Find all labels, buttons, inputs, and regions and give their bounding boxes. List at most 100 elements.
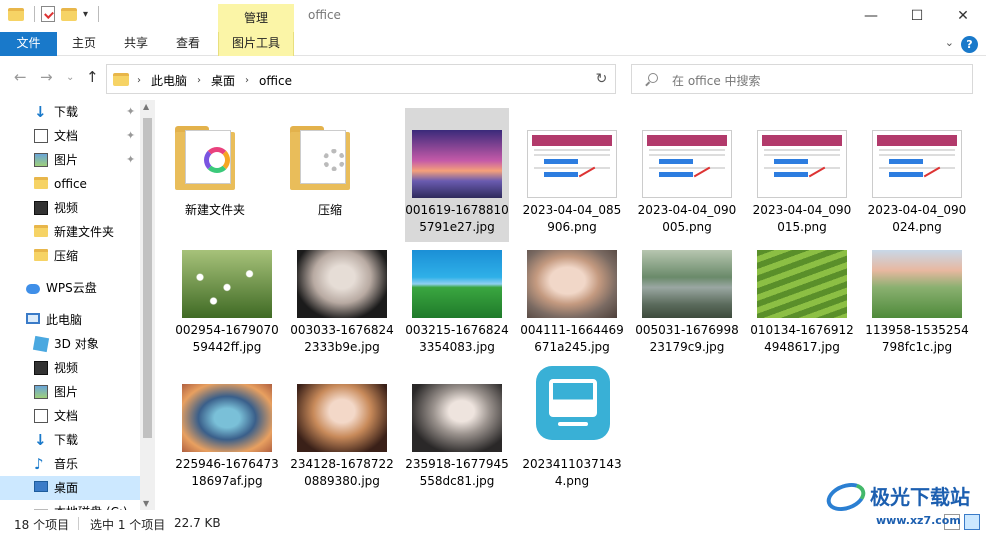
- nav-item-desktop[interactable]: 桌面: [0, 476, 140, 500]
- scroll-thumb[interactable]: [143, 118, 152, 438]
- file-name: 002954-167907059442ff.jpg: [175, 323, 279, 354]
- chevron-right-icon[interactable]: ›: [197, 75, 201, 86]
- refresh-button[interactable]: ↻: [588, 64, 616, 94]
- nav-item-new-folder[interactable]: 新建文件夹: [0, 220, 140, 244]
- pin-icon[interactable]: ✦: [126, 100, 135, 124]
- nav-item-wps-cloud[interactable]: WPS云盘: [0, 276, 140, 300]
- file-name: 235918-1677945558dc81.jpg: [405, 457, 509, 488]
- file-item[interactable]: 压缩: [278, 108, 382, 242]
- help-icon[interactable]: ?: [961, 36, 978, 53]
- file-name: 003215-16768243354083.jpg: [405, 323, 509, 354]
- file-item[interactable]: 005031-167699823179c9.jpg: [635, 228, 739, 362]
- customize-toolbar-icon[interactable]: ▾: [83, 9, 88, 20]
- nav-item-office[interactable]: office: [0, 172, 140, 196]
- minimize-button[interactable]: —: [848, 0, 894, 32]
- file-item[interactable]: 2023-04-04_090024.png: [865, 108, 969, 242]
- address-bar[interactable]: › 此电脑 › 桌面 › office ⌄: [106, 64, 676, 94]
- file-item[interactable]: 新建文件夹: [163, 108, 267, 242]
- nav-scrollbar[interactable]: ▲ ▼: [140, 100, 155, 510]
- up-icon[interactable]: ↑: [86, 68, 99, 86]
- image-thumbnail: [412, 384, 502, 452]
- divider: [98, 6, 100, 22]
- file-name: 234128-16787220889380.jpg: [290, 457, 394, 488]
- folder-icon: [290, 126, 370, 192]
- search-icon: [648, 73, 658, 83]
- nav-item-music[interactable]: ♪ 音乐: [0, 452, 140, 476]
- file-item[interactable]: 2023-04-04_090015.png: [750, 108, 854, 242]
- file-item[interactable]: 234128-16787220889380.jpg: [290, 362, 394, 496]
- selected-count: 选中 1 个项目: [90, 518, 166, 532]
- pin-icon[interactable]: ✦: [126, 148, 135, 172]
- forward-icon[interactable]: →: [40, 68, 53, 86]
- screenshot-thumbnail: [757, 130, 847, 198]
- scroll-down-icon[interactable]: ▼: [143, 499, 149, 508]
- nav-item-local-disk[interactable]: 本地磁盘 (C:): [0, 500, 140, 510]
- nav-item-documents[interactable]: 文档 ✦: [0, 124, 140, 148]
- breadcrumb: › 此电脑 › 桌面 › office: [137, 72, 292, 89]
- status-bar: 18 个项目 选中 1 个项目 22.7 KB: [0, 510, 986, 536]
- close-button[interactable]: ✕: [940, 0, 986, 32]
- tab-home[interactable]: 主页: [64, 32, 104, 56]
- large-icons-view-icon[interactable]: [964, 514, 980, 530]
- file-item[interactable]: 002954-167907059442ff.jpg: [175, 228, 279, 362]
- nav-item-this-pc[interactable]: 此电脑: [0, 308, 140, 332]
- file-item[interactable]: 2023-04-04_085906.png: [520, 108, 624, 242]
- breadcrumb-item[interactable]: office: [259, 74, 292, 88]
- tab-view[interactable]: 查看: [168, 32, 208, 56]
- nav-item-videos[interactable]: 视频: [0, 196, 140, 220]
- file-item[interactable]: 20234110371434.png: [520, 362, 624, 496]
- nav-item-pictures[interactable]: 图片 ✦: [0, 148, 140, 172]
- new-folder-icon[interactable]: [61, 7, 77, 21]
- nav-item-pictures[interactable]: 图片: [0, 380, 140, 404]
- chevron-right-icon[interactable]: ›: [137, 75, 141, 86]
- document-icon: [34, 409, 48, 423]
- nav-item-label: WPS云盘: [46, 281, 97, 295]
- pictures-icon: [34, 385, 48, 399]
- tab-file[interactable]: 文件: [0, 32, 57, 56]
- nav-item-3d-objects[interactable]: 3D 对象: [0, 332, 140, 356]
- expand-ribbon-icon[interactable]: ⌄: [945, 36, 954, 49]
- file-name: 新建文件夹: [184, 203, 245, 217]
- nav-item-label: 压缩: [54, 249, 79, 263]
- file-item[interactable]: 235918-1677945558dc81.jpg: [405, 362, 509, 496]
- file-item[interactable]: 225946-167647318697af.jpg: [175, 362, 279, 496]
- nav-item-compress[interactable]: 压缩: [0, 244, 140, 268]
- tab-share[interactable]: 共享: [116, 32, 156, 56]
- nav-item-label: 此电脑: [46, 313, 83, 327]
- search-input[interactable]: 在 office 中搜索: [631, 64, 973, 94]
- nav-item-label: 新建文件夹: [54, 225, 115, 239]
- file-item[interactable]: 003033-16768242333b9e.jpg: [290, 228, 394, 362]
- tab-manage[interactable]: 管理: [218, 4, 294, 32]
- file-item[interactable]: 003215-16768243354083.jpg: [405, 228, 509, 362]
- nav-item-label: 下载: [54, 105, 79, 119]
- quick-access-toolbar: ▾: [8, 6, 100, 22]
- tab-picture-tools[interactable]: 图片工具: [218, 32, 294, 56]
- file-name: 004111-1664469671a245.jpg: [520, 323, 624, 354]
- scroll-up-icon[interactable]: ▲: [143, 102, 149, 111]
- nav-item-downloads[interactable]: ↓ 下载: [0, 428, 140, 452]
- image-thumbnail: [297, 384, 387, 452]
- file-item[interactable]: 010134-16769124948617.jpg: [750, 228, 854, 362]
- nav-item-videos[interactable]: 视频: [0, 356, 140, 380]
- pin-icon[interactable]: ✦: [126, 124, 135, 148]
- nav-item-downloads[interactable]: ↓ 下载 ✦: [0, 100, 140, 124]
- properties-icon[interactable]: [41, 6, 55, 22]
- nav-item-documents[interactable]: 文档: [0, 404, 140, 428]
- maximize-button[interactable]: ☐: [894, 0, 940, 32]
- back-icon[interactable]: ←: [14, 68, 27, 86]
- chevron-right-icon[interactable]: ›: [245, 75, 249, 86]
- nav-item-label: 文档: [54, 129, 79, 143]
- nav-item-label: 3D 对象: [54, 337, 99, 351]
- recent-locations-icon[interactable]: ⌄: [66, 72, 74, 83]
- folder-icon: [8, 7, 24, 21]
- breadcrumb-item[interactable]: 桌面: [211, 72, 235, 89]
- address-row: ← → ⌄ ↑ › 此电脑 › 桌面 › office ⌄ ↻ 在 office…: [0, 56, 986, 100]
- video-icon: [34, 361, 48, 375]
- file-item[interactable]: 001619-16788105791e27.jpg: [405, 108, 509, 242]
- nav-item-label: 文档: [54, 409, 79, 423]
- file-name: 压缩: [317, 203, 342, 217]
- file-item[interactable]: 113958-1535254798fc1c.jpg: [865, 228, 969, 362]
- file-item[interactable]: 2023-04-04_090005.png: [635, 108, 739, 242]
- breadcrumb-item[interactable]: 此电脑: [151, 72, 187, 89]
- file-item[interactable]: 004111-1664469671a245.jpg: [520, 228, 624, 362]
